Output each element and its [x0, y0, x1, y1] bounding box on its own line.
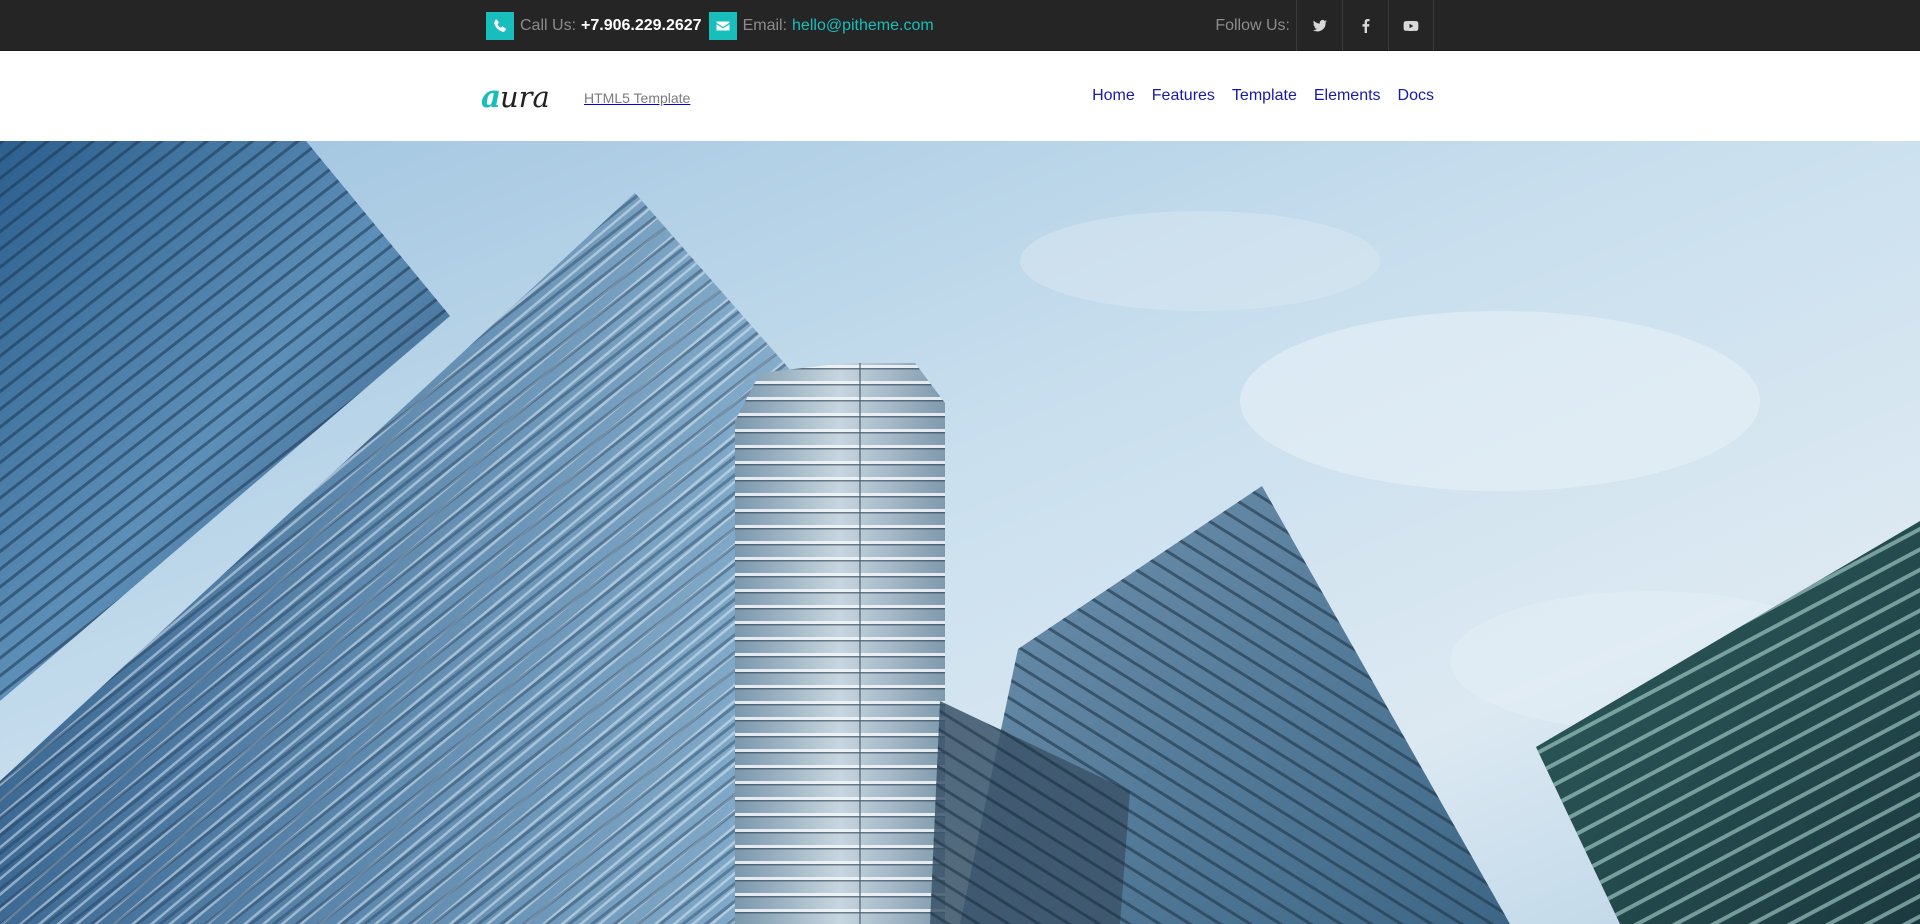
phone-icon — [486, 11, 514, 40]
top-bar: Call Us: +7.906.229.2627 Email: hello@pi… — [0, 0, 1920, 51]
twitter-icon — [1312, 19, 1327, 31]
brand-tagline: HTML5 Template — [584, 89, 691, 106]
svg-text:a: a — [481, 79, 501, 115]
envelope-icon — [708, 11, 737, 40]
nav-docs[interactable]: Docs — [1398, 87, 1434, 105]
svg-text:ura: ura — [500, 80, 550, 114]
youtube-link[interactable] — [1388, 0, 1434, 51]
brand-logo[interactable]: a ura HTML5 Template — [480, 76, 690, 116]
aura-logo: a ura — [481, 79, 550, 115]
email-label: Email: — [742, 16, 788, 34]
main-nav: Home Features Template Elements Docs — [1092, 87, 1434, 105]
call-us-label: Call Us: — [520, 16, 577, 34]
facebook-icon — [1362, 18, 1369, 33]
site-header: a ura HTML5 Template Home Features Templ… — [0, 51, 1920, 141]
email-link[interactable]: hello@pitheme.com — [792, 17, 934, 35]
nav-template[interactable]: Template — [1232, 87, 1297, 105]
twitter-link[interactable] — [1296, 0, 1342, 51]
nav-elements[interactable]: Elements — [1314, 87, 1381, 105]
skyscrapers-illustration — [0, 141, 1920, 924]
facebook-link[interactable] — [1342, 0, 1388, 51]
nav-home[interactable]: Home — [1092, 87, 1135, 105]
header-inner: a ura HTML5 Template Home Features Templ… — [480, 51, 1434, 141]
social-links: Follow Us: — [1215, 0, 1434, 51]
youtube-icon — [1403, 20, 1419, 31]
follow-us-label: Follow Us: — [1215, 16, 1290, 34]
contact-info: Call Us: +7.906.229.2627 Email: hello@pi… — [486, 0, 934, 51]
nav-features[interactable]: Features — [1152, 87, 1215, 105]
phone-number[interactable]: +7.906.229.2627 — [581, 17, 702, 35]
hero-image — [0, 141, 1920, 924]
top-bar-inner: Call Us: +7.906.229.2627 Email: hello@pi… — [486, 0, 1434, 51]
